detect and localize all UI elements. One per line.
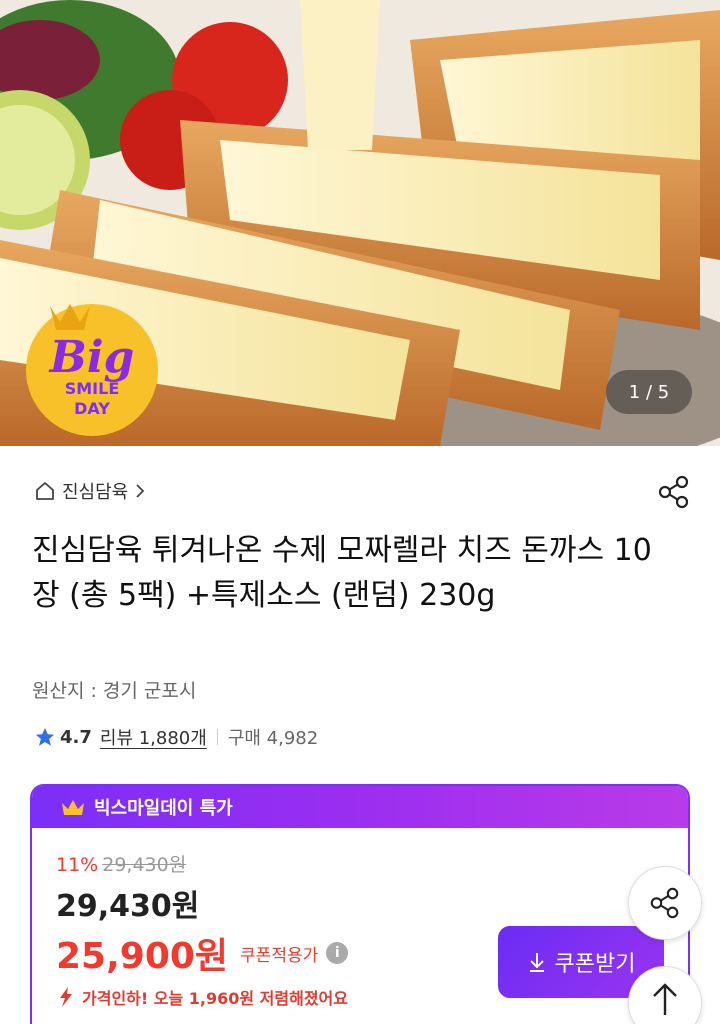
coupon-price-label: 쿠폰적용가 (240, 945, 319, 966)
floating-share-button[interactable] (628, 866, 702, 940)
share-icon[interactable] (656, 474, 692, 510)
product-title: 진심담육 튀겨나온 수제 모짜렐라 치즈 돈까스 10장 (총 5팩) +특제소… (32, 533, 652, 613)
discount-rate: 11% (56, 854, 99, 876)
scroll-to-top-button[interactable] (628, 966, 702, 1024)
info-icon[interactable]: i (326, 942, 349, 964)
original-price: 29,430원 (102, 854, 187, 876)
home-icon (36, 482, 54, 500)
chevron-right-icon (136, 484, 145, 498)
arrow-down-icon (60, 987, 72, 1007)
image-counter: 1 / 5 (606, 370, 692, 414)
discount-row: 11% 29,430원 (56, 850, 688, 877)
badge-smile-text: SMILE (65, 379, 120, 398)
arrow-up-icon (653, 983, 677, 1015)
price-drop-text: 가격인하! 오늘 1,960원 저렴해졌어요 (82, 989, 348, 1008)
crown-icon (62, 800, 84, 815)
share-icon (650, 887, 679, 919)
store-link[interactable]: 진심담육 (62, 478, 128, 504)
download-icon (529, 953, 544, 972)
product-image-carousel[interactable]: Big SMILE DAY 1 / 5 (0, 0, 720, 446)
sale-price: 29,430원 (56, 889, 200, 924)
promo-header: 빅스마일데이 특가 (32, 786, 688, 828)
rating-score: 4.7 (60, 726, 92, 748)
rating-row: 4.7 리뷰 1,880개 구매 4,982 (34, 724, 318, 750)
coupon-price: 25,900원 (56, 936, 229, 977)
star-icon (35, 727, 55, 746)
big-smile-day-badge: Big SMILE DAY (26, 304, 158, 436)
origin-info: 원산지 : 경기 군포시 (32, 680, 197, 702)
review-link[interactable]: 리뷰 1,880개 (100, 724, 207, 750)
get-coupon-label: 쿠폰받기 (554, 951, 636, 976)
promo-title: 빅스마일데이 특가 (94, 798, 233, 819)
breadcrumb[interactable]: 진심담육 (34, 478, 146, 504)
badge-big-text: Big (48, 332, 135, 383)
purchase-count: 구매 4,982 (227, 728, 319, 749)
badge-day-text: DAY (74, 399, 110, 418)
divider (216, 729, 218, 745)
